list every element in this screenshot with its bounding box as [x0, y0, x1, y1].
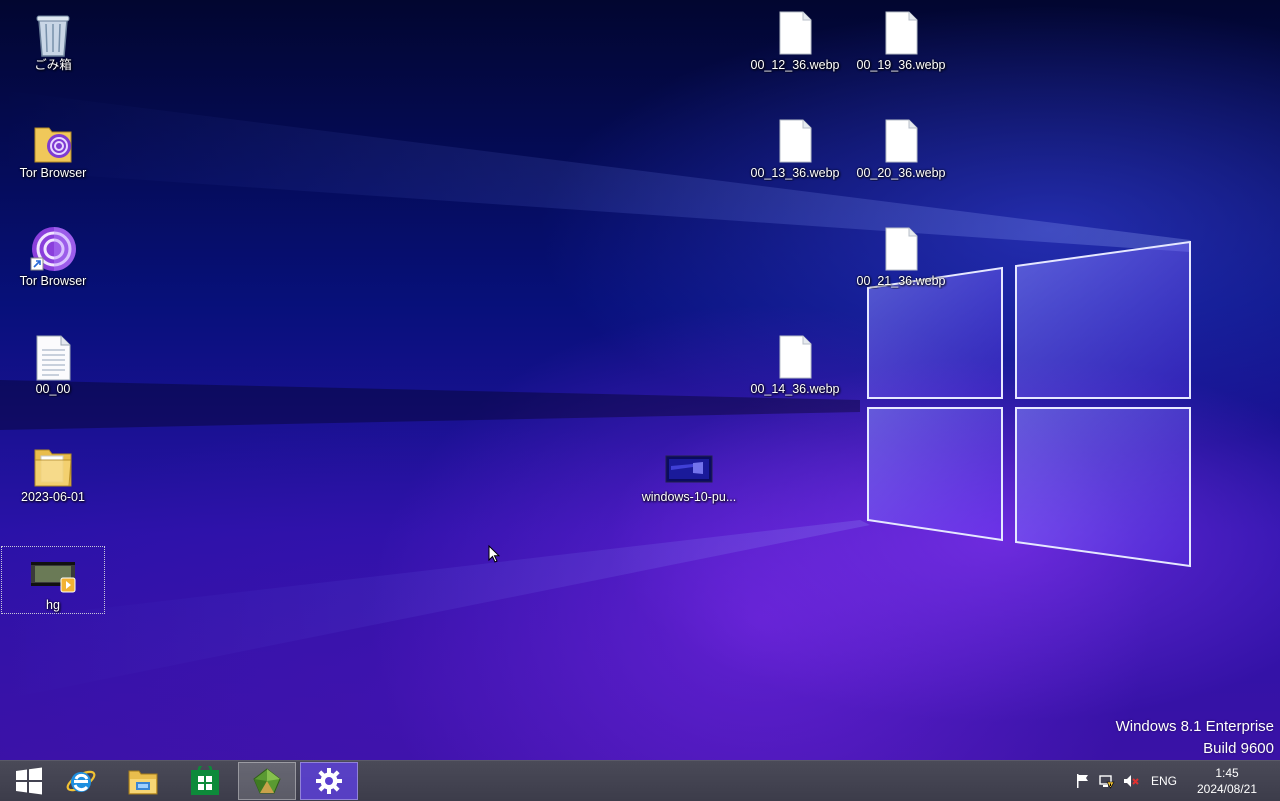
file-icon [779, 335, 812, 379]
wallpaper [0, 90, 1191, 700]
os-edition-text: Windows 8.1 Enterprise [1115, 718, 1274, 735]
file-explorer-icon [128, 770, 158, 795]
tor-browser-folder-icon [34, 127, 72, 163]
file-icon [885, 119, 918, 163]
desktop-icon-label: 2023-06-01 [21, 490, 85, 504]
desktop-icon-label: Tor Browser [19, 274, 87, 288]
file-icon [779, 11, 812, 55]
text-file-icon [36, 335, 71, 381]
desktop-icon-hg[interactable]: hg [1, 546, 105, 614]
os-build-text: Build 9600 [1203, 740, 1274, 757]
desktop-icon-00-00[interactable]: 00_00 [1, 326, 105, 432]
desktop-icon-2023-06-01[interactable]: 2023-06-01 [1, 434, 105, 540]
desktop-icon-label: 00_12_36.webp [750, 58, 840, 72]
taskbar-green-app[interactable] [238, 762, 296, 800]
taskbar-internet-explorer[interactable] [52, 762, 110, 800]
desktop-icon-label: hg [46, 598, 60, 612]
desktop-icon-label: 00_21_36.webp [856, 274, 946, 288]
volume-muted-icon[interactable] [1122, 773, 1140, 789]
clock-time: 1:45 [1215, 766, 1239, 780]
desktop-icon-label: Tor Browser [19, 166, 87, 180]
green-app-icon [253, 768, 281, 794]
store-icon [191, 766, 219, 795]
taskbar-clock[interactable]: 1:45 2024/08/21 [1190, 765, 1264, 797]
tor-browser-shortcut-icon [30, 227, 76, 271]
desktop-icon-label: ごみ箱 [34, 58, 72, 72]
start-button[interactable] [0, 762, 58, 800]
desktop-icon-00-13-36[interactable]: 00_13_36.webp [743, 110, 847, 216]
mouse-cursor-icon [488, 545, 500, 563]
folder-icon [34, 449, 72, 487]
desktop-icon-label: 00_00 [35, 382, 71, 396]
desktop-icon-label: 00_14_36.webp [750, 382, 840, 396]
settings-gear-icon [316, 768, 342, 794]
taskbar-store[interactable] [176, 762, 234, 800]
input-language-indicator[interactable]: ENG [1151, 774, 1177, 788]
os-version-watermark: Windows 8.1 Enterprise Build 9600 [1116, 716, 1274, 760]
recycle-bin-icon [36, 15, 70, 57]
network-icon[interactable] [1098, 773, 1116, 789]
file-icon [779, 119, 812, 163]
desktop-icon-00-21-36[interactable]: 00_21_36.webp [849, 218, 953, 324]
desktop-icon-label: 00_13_36.webp [750, 166, 840, 180]
taskbar-settings[interactable] [300, 762, 358, 800]
taskbar: ENG 1:45 2024/08/21 [0, 760, 1280, 801]
start-icon [16, 767, 42, 795]
desktop-icon-label: windows-10-pu... [641, 490, 737, 504]
desktop-icon-00-12-36[interactable]: 00_12_36.webp [743, 2, 847, 108]
desktop-icon-00-20-36[interactable]: 00_20_36.webp [849, 110, 953, 216]
desktop-icon-windows-10-pu[interactable]: windows-10-pu... [637, 434, 741, 540]
taskbar-file-explorer[interactable] [114, 762, 172, 800]
clock-date: 2024/08/21 [1196, 782, 1258, 796]
desktop-icon-recycle-bin[interactable]: ごみ箱 [1, 2, 105, 108]
video-file-icon [31, 562, 76, 593]
desktop-icon-label: 00_19_36.webp [856, 58, 946, 72]
file-icon [885, 227, 918, 271]
image-file-icon [665, 455, 713, 483]
file-icon [885, 11, 918, 55]
desktop-icon-tor-browser-folder[interactable]: Tor Browser [1, 110, 105, 216]
desktop-icon-tor-browser-shortcut[interactable]: Tor Browser [1, 218, 105, 324]
internet-explorer-icon [66, 770, 96, 792]
flag-icon[interactable] [1074, 773, 1092, 789]
desktop-icon-00-14-36[interactable]: 00_14_36.webp [743, 326, 847, 432]
desktop-icon-00-19-36[interactable]: 00_19_36.webp [849, 2, 953, 108]
desktop-icon-label: 00_20_36.webp [856, 166, 946, 180]
desktop[interactable]: ごみ箱 Tor Browser Tor Browser 00_00 2023-0… [0, 0, 1280, 760]
